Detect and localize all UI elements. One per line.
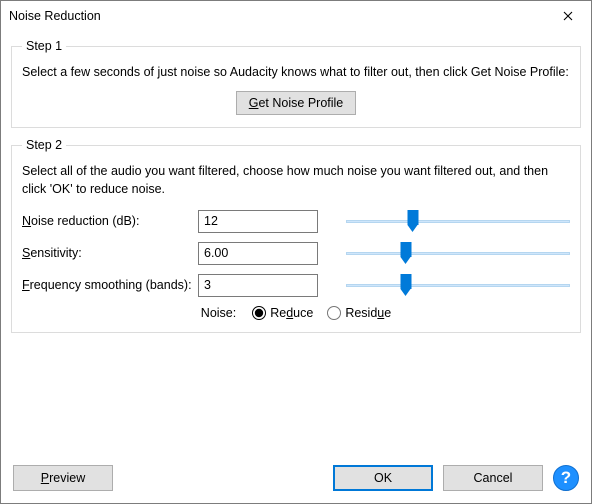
sensitivity-slider[interactable] (346, 242, 570, 264)
noise-reduction-label: Noise reduction (dB): (22, 214, 198, 228)
help-icon: ? (561, 468, 571, 488)
slider-track (346, 252, 570, 255)
noise-reduction-slider[interactable] (346, 210, 570, 232)
noise-mode-row: Noise: Reduce Residue (22, 306, 570, 320)
help-button[interactable]: ? (553, 465, 579, 491)
step2-legend: Step 2 (22, 138, 66, 152)
step1-legend: Step 1 (22, 39, 66, 53)
radio-residue-label: Residue (345, 306, 391, 320)
slider-thumb[interactable] (401, 274, 412, 296)
sensitivity-label: Sensitivity: (22, 246, 198, 260)
client-area: Step 1 Select a few seconds of just nois… (1, 31, 591, 503)
slider-track (346, 220, 570, 223)
freq-smoothing-input[interactable] (198, 274, 318, 297)
close-button[interactable] (545, 1, 591, 31)
slider-thumb-body (408, 210, 419, 225)
noise-reduction-input[interactable] (198, 210, 318, 233)
slider-thumb[interactable] (408, 210, 419, 232)
ok-button[interactable]: OK (333, 465, 433, 491)
noise-mode-label: Noise: (201, 306, 236, 320)
radio-residue[interactable]: Residue (327, 306, 391, 320)
btn-suffix: et Noise Profile (258, 96, 343, 110)
window-title: Noise Reduction (9, 9, 545, 23)
radio-reduce-label: Reduce (270, 306, 313, 320)
step2-group: Step 2 Select all of the audio you want … (11, 138, 581, 333)
slider-thumb-body (401, 242, 412, 257)
titlebar: Noise Reduction (1, 1, 591, 31)
radio-reduce-input[interactable] (252, 306, 266, 320)
noise-reduction-row: Noise reduction (dB): (22, 208, 570, 234)
slider-track (346, 284, 570, 287)
slider-thumb-tip-icon (401, 257, 411, 264)
step2-instructions: Select all of the audio you want filtere… (22, 162, 570, 198)
dialog-window: Noise Reduction Step 1 Select a few seco… (0, 0, 592, 504)
freq-smoothing-slider[interactable] (346, 274, 570, 296)
radio-residue-input[interactable] (327, 306, 341, 320)
radio-reduce[interactable]: Reduce (252, 306, 313, 320)
step1-instructions: Select a few seconds of just noise so Au… (22, 63, 570, 81)
preview-button[interactable]: Preview (13, 465, 113, 491)
slider-thumb-body (401, 274, 412, 289)
slider-thumb-tip-icon (408, 225, 418, 232)
get-noise-profile-button[interactable]: Get Noise Profile (236, 91, 357, 115)
slider-thumb[interactable] (401, 242, 412, 264)
cancel-button[interactable]: Cancel (443, 465, 543, 491)
button-bar: Preview OK Cancel ? (11, 463, 581, 493)
sensitivity-row: Sensitivity: (22, 240, 570, 266)
close-icon (563, 8, 573, 25)
sensitivity-input[interactable] (198, 242, 318, 265)
freq-smoothing-row: Frequency smoothing (bands): (22, 272, 570, 298)
step1-group: Step 1 Select a few seconds of just nois… (11, 39, 581, 128)
slider-thumb-tip-icon (401, 289, 411, 296)
freq-smoothing-label: Frequency smoothing (bands): (22, 278, 198, 292)
